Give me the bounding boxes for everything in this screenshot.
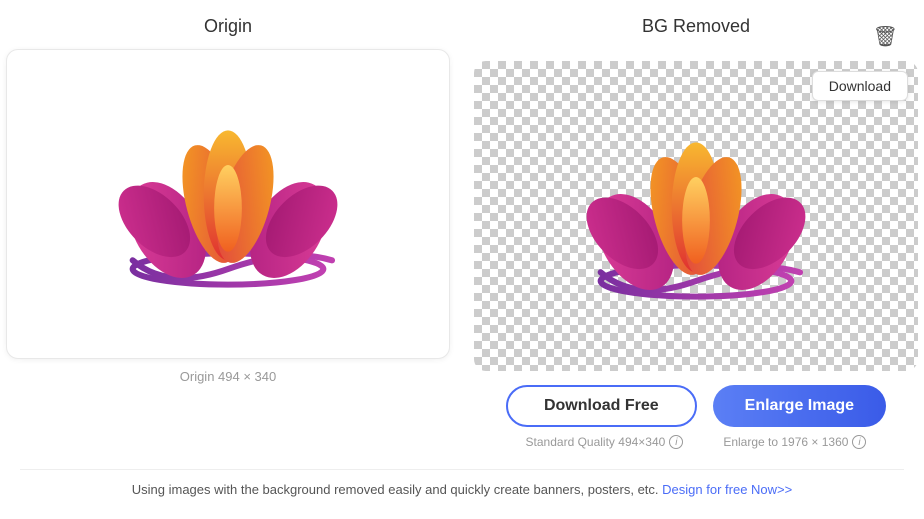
main-container: Origin (0, 0, 924, 509)
trash-icon[interactable]: 🗑 (873, 26, 898, 48)
footer-design-link[interactable]: Design for free Now>> (662, 482, 792, 497)
images-row: Origin (20, 16, 904, 449)
bg-removed-wrapper: BG Removed 🗑 Download (474, 16, 918, 449)
enlarge-image-button[interactable]: Enlarge Image (713, 385, 886, 427)
origin-title: Origin (204, 16, 252, 37)
download-top-button[interactable]: Download (812, 71, 908, 101)
bg-removed-title: BG Removed (642, 16, 750, 37)
origin-image-box (6, 49, 450, 359)
footer-banner: Using images with the background removed… (20, 469, 904, 509)
action-buttons: Download Free Enlarge Image (506, 385, 886, 427)
standard-quality-text: Standard Quality 494×340 i (526, 435, 684, 449)
bg-removed-header: BG Removed 🗑 (474, 16, 918, 49)
quality-info: Standard Quality 494×340 i Enlarge to 19… (526, 435, 867, 449)
download-free-button[interactable]: Download Free (506, 385, 697, 427)
origin-panel: Origin (6, 16, 450, 449)
standard-quality-info-icon: i (669, 435, 683, 449)
origin-lotus-image (98, 104, 358, 304)
enlarge-quality-text: Enlarge to 1976 × 1360 i (723, 435, 866, 449)
enlarge-quality-info-icon: i (852, 435, 866, 449)
footer-text: Using images with the background removed… (132, 482, 659, 497)
bg-removed-image-box: Download (474, 61, 918, 371)
origin-caption: Origin 494 × 340 (180, 369, 276, 384)
delete-icon-container[interactable]: 🗑 (873, 24, 898, 49)
bg-removed-lotus-image (566, 116, 826, 316)
